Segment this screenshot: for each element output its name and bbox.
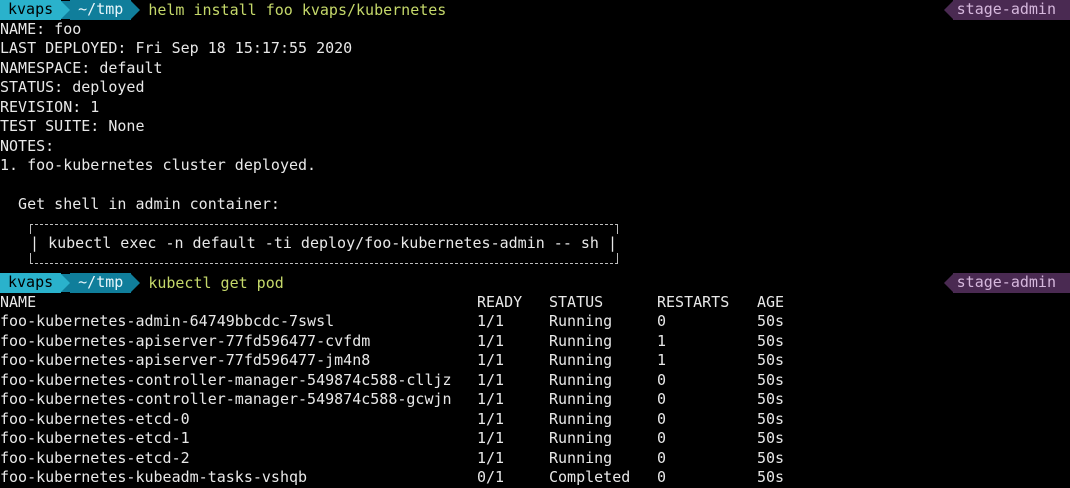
pod-age-cell: 50s bbox=[757, 390, 785, 408]
prompt-separator-arrow bbox=[131, 0, 141, 19]
notes-box-corner bbox=[617, 224, 618, 234]
pod-age-cell: 50s bbox=[757, 370, 785, 389]
pod-restarts-cell: 0 bbox=[657, 429, 667, 447]
pod-status-cell: Running bbox=[549, 351, 613, 369]
command-text: helm install foo kvaps/kubernetes bbox=[148, 0, 447, 19]
prompt-separator-arrow bbox=[131, 273, 141, 292]
pod-ready-cell: 0/1 bbox=[477, 468, 505, 486]
pod-status-cell: Completed bbox=[549, 468, 631, 486]
pod-name-cell: foo-kubernetes-apiserver-77fd596477-jm4n… bbox=[0, 351, 371, 369]
pod-name-cell: foo-kubernetes-controller-manager-549874… bbox=[0, 390, 452, 408]
kube-context-indicator: stage-admin bbox=[943, 0, 1070, 20]
kube-context-indicator: stage-admin bbox=[943, 273, 1070, 293]
table-header-restarts: RESTARTS bbox=[657, 292, 730, 311]
table-header-age: AGE bbox=[757, 292, 785, 311]
prompt-separator-arrow bbox=[61, 0, 71, 19]
pod-status-cell: Running bbox=[549, 448, 613, 467]
pod-restarts-cell: 0 bbox=[657, 409, 667, 428]
pod-age-cell: 50s bbox=[757, 429, 785, 447]
prompt-path-segment: ~/tmp bbox=[70, 0, 132, 20]
pod-name-cell: foo-kubernetes-controller-manager-549874… bbox=[0, 370, 452, 389]
pod-age-cell: 50s bbox=[757, 448, 785, 467]
prompt-user-segment: kvaps bbox=[0, 273, 62, 293]
pod-restarts-cell: 0 bbox=[657, 312, 667, 330]
pod-age-cell: 50s bbox=[757, 468, 785, 486]
pod-age-cell: 50s bbox=[757, 351, 785, 369]
notes-box-bottom-border bbox=[30, 263, 618, 264]
pod-name-cell: foo-kubernetes-admin-64749bbcdc-7swsl bbox=[0, 312, 335, 330]
pod-name-cell: foo-kubernetes-etcd-0 bbox=[0, 409, 190, 428]
pod-ready-cell: 1/1 bbox=[477, 390, 505, 408]
context-label: stage-admin bbox=[952, 273, 1070, 293]
pod-restarts-cell: 0 bbox=[657, 448, 667, 467]
pod-restarts-cell: 0 bbox=[657, 468, 667, 486]
pod-status-cell: Running bbox=[549, 429, 613, 447]
table-header-status: STATUS bbox=[549, 292, 604, 311]
notes-box-left-bar: | bbox=[30, 234, 40, 252]
table-header-name: NAME bbox=[0, 292, 37, 311]
notes-box-right-bar: | bbox=[607, 234, 618, 252]
shell-prompt: kvaps ~/tmp helm install foo kvaps/kuber… bbox=[0, 0, 446, 20]
output-line: STATUS: deployed bbox=[0, 78, 145, 96]
prompt-user-segment: kvaps bbox=[0, 0, 62, 20]
pod-name-cell: foo-kubernetes-etcd-1 bbox=[0, 429, 190, 447]
pod-restarts-cell: 0 bbox=[657, 390, 667, 408]
notes-box-corner bbox=[30, 224, 31, 234]
output-line: NOTES: bbox=[0, 136, 55, 155]
pod-age-cell: 50s bbox=[757, 331, 785, 350]
pod-name-cell: foo-kubernetes-etcd-2 bbox=[0, 448, 190, 467]
pod-age-cell: 50s bbox=[757, 312, 785, 330]
notes-box-command: kubectl exec -n default -ti deploy/foo-k… bbox=[48, 234, 599, 252]
output-line: NAMESPACE: default bbox=[0, 58, 163, 77]
pod-restarts-cell: 1 bbox=[657, 351, 667, 369]
notes-box-corner bbox=[617, 253, 618, 263]
pod-restarts-cell: 0 bbox=[657, 370, 667, 389]
output-line: LAST DEPLOYED: Fri Sep 18 15:17:55 2020 bbox=[0, 39, 353, 57]
output-line: 1. foo-kubernetes cluster deployed. bbox=[0, 156, 317, 174]
shell-prompt: kvaps ~/tmp kubectl get pod bbox=[0, 273, 284, 293]
pod-status-cell: Running bbox=[549, 331, 613, 350]
pod-ready-cell: 1/1 bbox=[477, 351, 505, 369]
pod-restarts-cell: 1 bbox=[657, 331, 667, 350]
notes-box-corner bbox=[30, 253, 31, 263]
context-separator-arrow bbox=[943, 0, 953, 19]
context-label: stage-admin bbox=[952, 0, 1070, 20]
table-header-ready: READY bbox=[477, 292, 523, 311]
output-line: Get shell in admin container: bbox=[0, 195, 280, 213]
pod-status-cell: Running bbox=[549, 370, 613, 389]
pod-status-cell: Running bbox=[549, 390, 613, 408]
prompt-path-segment: ~/tmp bbox=[70, 273, 132, 293]
pod-ready-cell: 1/1 bbox=[477, 429, 505, 447]
notes-box-top-border bbox=[30, 224, 618, 225]
pod-name-cell: foo-kubernetes-apiserver-77fd596477-cvfd… bbox=[0, 331, 371, 350]
terminal-window[interactable]: kvaps ~/tmp helm install foo kvaps/kuber… bbox=[0, 0, 1070, 488]
pod-age-cell: 50s bbox=[757, 409, 785, 428]
pod-ready-cell: 1/1 bbox=[477, 448, 505, 467]
pod-name-cell: foo-kubernetes-kubeadm-tasks-vshqb bbox=[0, 468, 308, 486]
output-line: NAME: foo bbox=[0, 19, 82, 38]
pod-status-cell: Running bbox=[549, 409, 613, 428]
pod-ready-cell: 1/1 bbox=[477, 312, 505, 330]
command-text: kubectl get pod bbox=[148, 273, 284, 292]
output-line: TEST SUITE: None bbox=[0, 117, 145, 135]
output-line: REVISION: 1 bbox=[0, 97, 100, 116]
pod-status-cell: Running bbox=[549, 312, 613, 330]
pod-ready-cell: 1/1 bbox=[477, 370, 505, 389]
pod-ready-cell: 1/1 bbox=[477, 331, 505, 350]
prompt-separator-arrow bbox=[61, 273, 71, 292]
context-separator-arrow bbox=[943, 273, 953, 292]
pod-ready-cell: 1/1 bbox=[477, 409, 505, 428]
notes-box-content: | kubectl exec -n default -ti deploy/foo… bbox=[30, 234, 617, 254]
